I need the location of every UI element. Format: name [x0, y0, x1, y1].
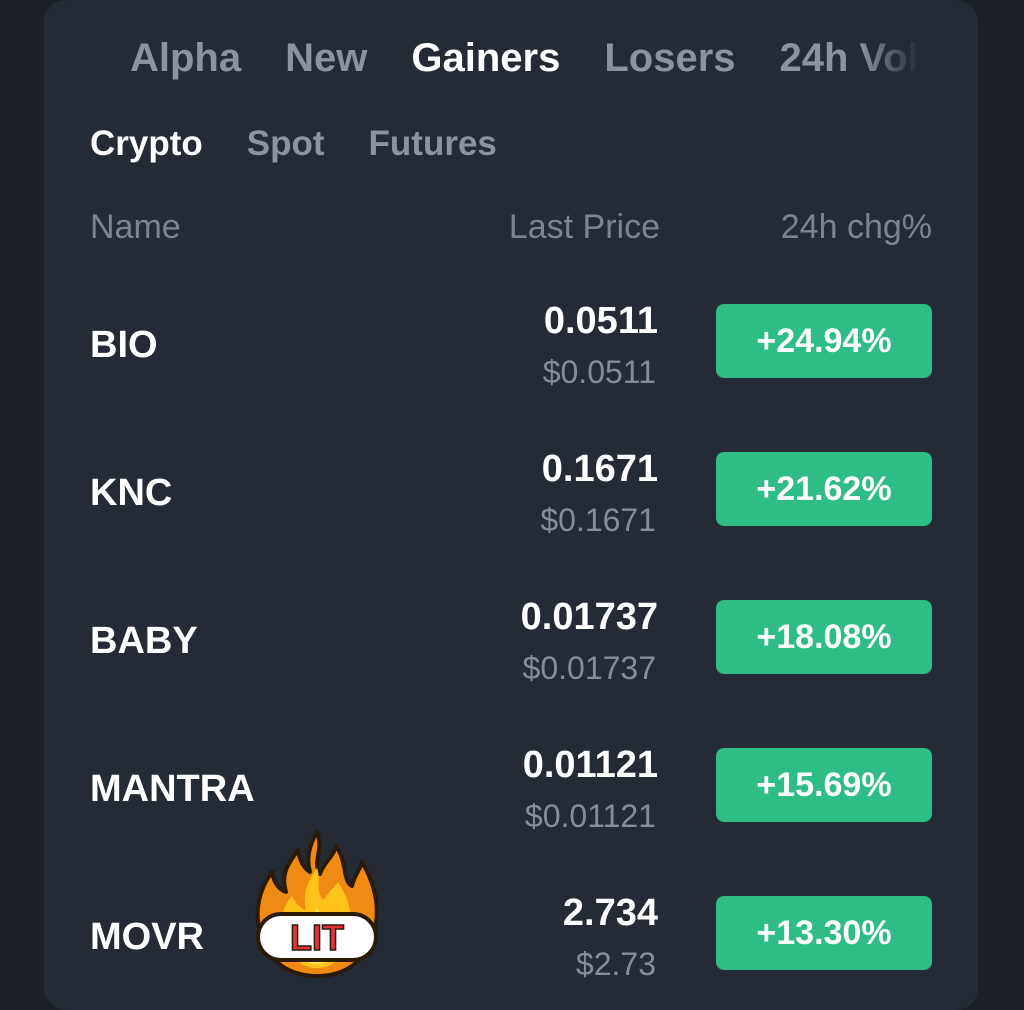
subtab-futures[interactable]: Futures — [369, 124, 497, 164]
row-symbol: KNC — [90, 472, 173, 514]
row-symbol: BABY — [90, 620, 198, 662]
table-row[interactable]: MOVR 2.734 $2.73 +13.30% — [44, 892, 978, 1010]
row-usd-price: $0.0511 — [542, 354, 656, 390]
row-change-badge[interactable]: +24.94% — [716, 304, 932, 378]
table-row[interactable]: MANTRA 0.01121 $0.01121 +15.69% — [44, 744, 978, 896]
row-last-price: 0.01737 — [520, 596, 658, 638]
column-header-last-price[interactable]: Last Price — [509, 208, 660, 247]
row-symbol: BIO — [90, 324, 158, 366]
row-change-badge[interactable]: +15.69% — [716, 748, 932, 822]
category-tabs: Alpha New Gainers Losers 24h Vol — [130, 30, 930, 90]
row-usd-price: $0.01737 — [522, 650, 656, 686]
row-last-price: 2.734 — [562, 892, 658, 934]
row-last-price: 0.1671 — [541, 448, 658, 490]
row-last-price: 0.0511 — [543, 300, 658, 342]
subtab-spot[interactable]: Spot — [247, 124, 325, 164]
tab-alpha[interactable]: Alpha — [130, 30, 241, 86]
tabs-fade-overlay — [860, 30, 930, 90]
row-change-badge[interactable]: +18.08% — [716, 600, 932, 674]
row-change-badge[interactable]: +13.30% — [716, 896, 932, 970]
column-header-change[interactable]: 24h chg% — [781, 208, 932, 247]
table-row[interactable]: BABY 0.01737 $0.01737 +18.08% — [44, 596, 978, 748]
subtab-crypto[interactable]: Crypto — [90, 124, 203, 164]
row-usd-price: $2.73 — [575, 946, 656, 982]
row-change-badge[interactable]: +21.62% — [716, 452, 932, 526]
row-symbol: MANTRA — [90, 768, 255, 810]
column-header-name[interactable]: Name — [90, 208, 181, 247]
tab-new[interactable]: New — [285, 30, 367, 86]
row-last-price: 0.01121 — [522, 744, 658, 786]
tab-gainers[interactable]: Gainers — [411, 30, 560, 86]
market-type-tabs: Crypto Spot Futures — [90, 124, 541, 164]
table-row[interactable]: BIO 0.0511 $0.0511 +24.94% — [44, 300, 978, 452]
sticker-text: LIT — [290, 917, 344, 958]
row-usd-price: $0.01121 — [524, 798, 656, 834]
row-symbol: MOVR — [90, 916, 204, 958]
tab-losers[interactable]: Losers — [604, 30, 735, 86]
table-row[interactable]: KNC 0.1671 $0.1671 +21.62% — [44, 448, 978, 600]
row-usd-price: $0.1671 — [540, 502, 656, 538]
fire-icon: LIT — [255, 830, 379, 978]
market-panel: Alpha New Gainers Losers 24h Vol Crypto Spot F… — [44, 0, 978, 1010]
